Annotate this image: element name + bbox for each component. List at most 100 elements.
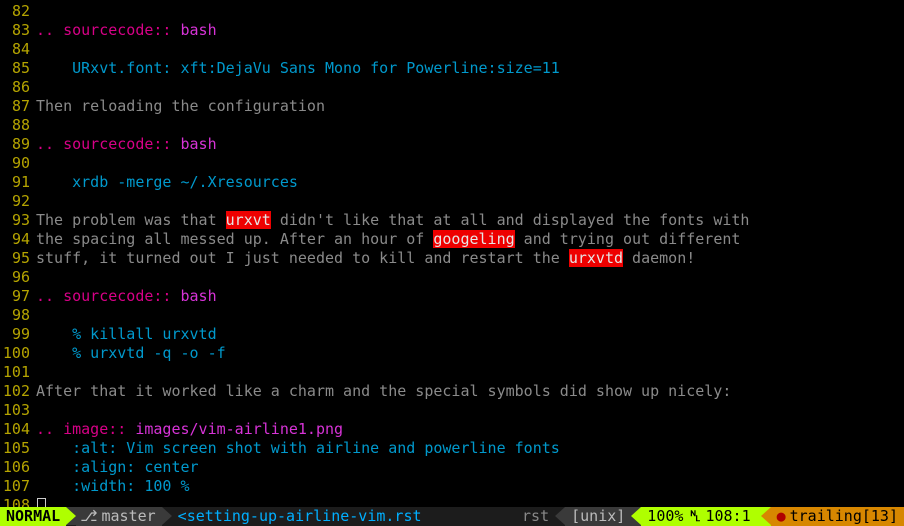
percent-segment: 100% ␤ 108: 1 xyxy=(641,507,760,526)
filetype-segment: rst xyxy=(516,507,555,526)
code-line[interactable]: 96 xyxy=(0,268,904,287)
filename-segment: <setting-up-airline-vim.rst xyxy=(172,507,428,526)
line-number: 104 xyxy=(0,420,36,439)
separator-icon xyxy=(761,507,771,526)
line-content[interactable] xyxy=(36,268,904,287)
code-line[interactable]: 101 xyxy=(0,363,904,382)
code-line[interactable]: 94the spacing all messed up. After an ho… xyxy=(0,230,904,249)
line-content[interactable] xyxy=(36,2,904,21)
cursor xyxy=(37,498,46,507)
line-number: 84 xyxy=(0,40,36,59)
line-content[interactable]: % killall urxvtd xyxy=(36,325,904,344)
line-content[interactable]: After that it worked like a charm and th… xyxy=(36,382,904,401)
editor-pane[interactable]: 8283.. sourcecode:: bash8485 URxvt.font:… xyxy=(0,0,904,507)
line-content[interactable]: :alt: Vim screen shot with airline and p… xyxy=(36,439,904,458)
line-content[interactable] xyxy=(36,116,904,135)
code-line[interactable]: 108 xyxy=(0,496,904,507)
line-number: 100 xyxy=(0,344,36,363)
code-line[interactable]: 95stuff, it turned out I just needed to … xyxy=(0,249,904,268)
separator-icon xyxy=(631,507,641,526)
line-number: 97 xyxy=(0,287,36,306)
mode-text: NORMAL xyxy=(6,507,60,526)
rst-directive: .. image:: xyxy=(36,420,135,438)
code-line[interactable]: 91 xrdb -merge ~/.Xresources xyxy=(0,173,904,192)
code-line[interactable]: 92 xyxy=(0,192,904,211)
code-line[interactable]: 106 :align: center xyxy=(0,458,904,477)
percent-text: 100% xyxy=(647,507,683,526)
line-content[interactable] xyxy=(36,496,904,507)
spell-error: urxvtd xyxy=(569,249,623,267)
line-number: 85 xyxy=(0,59,36,78)
prose-text: Then reloading the configuration xyxy=(36,97,325,115)
line-content[interactable]: stuff, it turned out I just needed to ki… xyxy=(36,249,904,268)
line-content[interactable] xyxy=(36,78,904,97)
line-content[interactable]: .. sourcecode:: bash xyxy=(36,287,904,306)
line-content[interactable]: :align: center xyxy=(36,458,904,477)
trailing-segment: ● trailing[13] xyxy=(771,507,904,526)
branch-name: master xyxy=(101,507,155,526)
prose-text: daemon! xyxy=(623,249,695,267)
line-content[interactable]: .. image:: images/vim-airline1.png xyxy=(36,420,904,439)
prose-text: After that it worked like a charm and th… xyxy=(36,382,731,400)
filename-text: setting-up-airline-vim.rst xyxy=(187,507,422,526)
code-line[interactable]: 107 :width: 100 % xyxy=(0,477,904,496)
filetype-text: rst xyxy=(522,507,549,526)
line-number: 108 xyxy=(705,507,732,526)
line-content[interactable]: URxvt.font: xft:DejaVu Sans Mono for Pow… xyxy=(36,59,904,78)
line-content[interactable] xyxy=(36,154,904,173)
prose-text: the spacing all messed up. After an hour… xyxy=(36,230,433,248)
mode-segment: NORMAL xyxy=(0,507,66,526)
code-line[interactable]: 105 :alt: Vim screen shot with airline a… xyxy=(0,439,904,458)
code-literal: xrdb -merge ~/.Xresources xyxy=(72,173,298,191)
line-content[interactable] xyxy=(36,363,904,382)
code-line[interactable]: 82 xyxy=(0,2,904,21)
rst-directive-arg: bash xyxy=(181,135,217,153)
rst-option: :align: center xyxy=(36,458,199,476)
code-line[interactable]: 99 % killall urxvtd xyxy=(0,325,904,344)
line-content[interactable]: % urxvtd -q -o -f xyxy=(36,344,904,363)
line-number: 101 xyxy=(0,363,36,382)
line-number: 98 xyxy=(0,306,36,325)
line-number: 105 xyxy=(0,439,36,458)
line-content[interactable] xyxy=(36,192,904,211)
code-line[interactable]: 90 xyxy=(0,154,904,173)
line-content[interactable] xyxy=(36,401,904,420)
code-line[interactable]: 88 xyxy=(0,116,904,135)
rst-directive-arg: bash xyxy=(181,21,217,39)
code-line[interactable]: 93The problem was that urxvt didn't like… xyxy=(0,211,904,230)
code-line[interactable]: 97.. sourcecode:: bash xyxy=(0,287,904,306)
line-number: 108 xyxy=(0,496,36,507)
code-line[interactable]: 104.. image:: images/vim-airline1.png xyxy=(0,420,904,439)
rst-directive-arg: images/vim-airline1.png xyxy=(135,420,343,438)
separator-icon xyxy=(66,507,76,525)
line-content[interactable]: xrdb -merge ~/.Xresources xyxy=(36,173,904,192)
line-number: 83 xyxy=(0,21,36,40)
line-content[interactable] xyxy=(36,40,904,59)
code-line[interactable]: 83.. sourcecode:: bash xyxy=(0,21,904,40)
line-content[interactable]: Then reloading the configuration xyxy=(36,97,904,116)
code-line[interactable]: 89.. sourcecode:: bash xyxy=(0,135,904,154)
rst-option: :width: 100 % xyxy=(36,477,190,495)
code-line[interactable]: 102After that it worked like a charm and… xyxy=(0,382,904,401)
code-line[interactable]: 98 xyxy=(0,306,904,325)
code-line[interactable]: 87Then reloading the configuration xyxy=(0,97,904,116)
line-number: 88 xyxy=(0,116,36,135)
line-number: 99 xyxy=(0,325,36,344)
spell-error: googeling xyxy=(433,230,514,248)
line-content[interactable]: The problem was that urxvt didn't like t… xyxy=(36,211,904,230)
file-truncate-marker: < xyxy=(178,507,187,526)
line-content[interactable]: :width: 100 % xyxy=(36,477,904,496)
code-line[interactable]: 100 % urxvtd -q -o -f xyxy=(0,344,904,363)
line-number: 103 xyxy=(0,401,36,420)
col-number: 1 xyxy=(742,507,751,526)
line-number: 94 xyxy=(0,230,36,249)
line-content[interactable]: .. sourcecode:: bash xyxy=(36,21,904,40)
code-line[interactable]: 84 xyxy=(0,40,904,59)
prose-text: stuff, it turned out I just needed to ki… xyxy=(36,249,569,267)
line-content[interactable]: .. sourcecode:: bash xyxy=(36,135,904,154)
line-content[interactable]: the spacing all messed up. After an hour… xyxy=(36,230,904,249)
code-line[interactable]: 85 URxvt.font: xft:DejaVu Sans Mono for … xyxy=(0,59,904,78)
code-line[interactable]: 103 xyxy=(0,401,904,420)
line-content[interactable] xyxy=(36,306,904,325)
code-line[interactable]: 86 xyxy=(0,78,904,97)
